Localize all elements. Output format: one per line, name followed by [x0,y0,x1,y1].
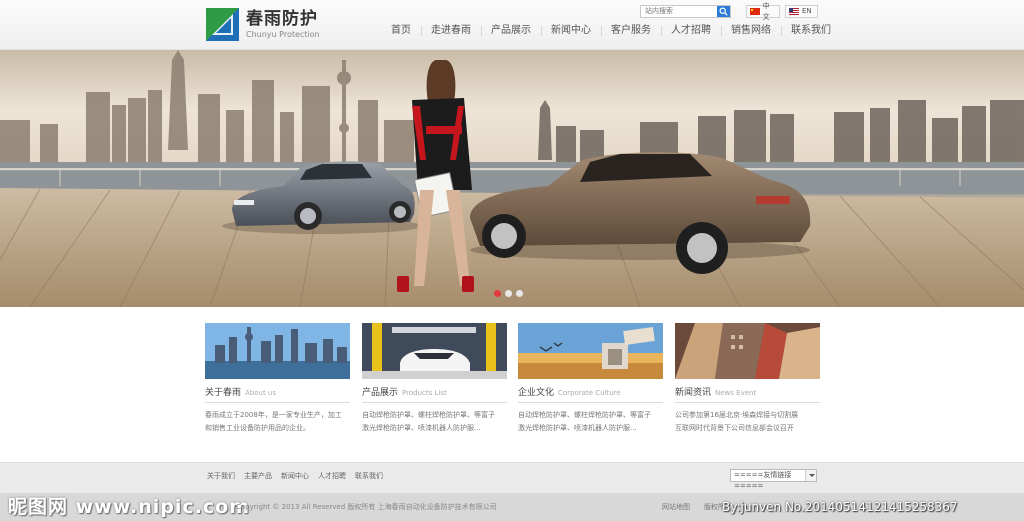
lang-english-button[interactable]: EN [785,5,818,18]
about-title-en: About us [245,389,277,397]
footer-link-news[interactable]: 新闻中心 [281,471,309,481]
slider-dot-3[interactable] [516,290,523,297]
nav-contact[interactable]: 联系我们 [781,24,841,38]
news-item-1[interactable]: 公司参加第16届北京·埃森焊接与切割展 [675,409,820,422]
about-text-line1: 春雨成立于2008年，是一家专业生产，加工 [205,411,342,419]
watermark-right: By:junven No.20140514121415258367 [722,500,958,514]
news-title[interactable]: 新闻资讯 [675,388,711,398]
footer-link-careers[interactable]: 人才招聘 [318,471,346,481]
footer-links: 关于我们 主要产品 新闻中心 人才招聘 联系我们 [207,471,383,481]
nav-careers[interactable]: 人才招聘 [661,24,721,38]
china-flag-icon [750,8,760,15]
products-title[interactable]: 产品展示 [362,388,398,398]
lang-chinese-button[interactable]: 中文 [746,2,780,21]
slider-dots [494,290,523,297]
culture-thumbnail[interactable] [518,323,663,379]
nav-news[interactable]: 新闻中心 [541,24,601,38]
footer-link-contact[interactable]: 联系我们 [355,471,383,481]
culture-text-line1: 自动焊枪防护罩、螺柱焊枪防护罩、等富子 [518,411,651,419]
sitemap-link[interactable]: 网站地图 [662,502,690,512]
products-thumbnail[interactable] [362,323,507,379]
hero-banner[interactable] [0,50,1024,307]
logo-subtitle: Chunyu Protection [246,29,320,39]
site-header: 春雨防护 Chunyu Protection 中文 EN 首页 走进春雨 产品展… [0,0,1024,50]
search-button[interactable] [717,6,730,17]
logo-mark-icon [206,8,239,41]
nav-home[interactable]: 首页 [381,24,421,38]
feature-sections: 关于春雨 About us 春雨成立于2008年，是一家专业生产，加工 和销售工业… [205,323,820,443]
nav-service[interactable]: 客户服务 [601,24,661,38]
about-text-line2: 和销售工业设备防护用品的企业。 [205,424,310,432]
logo-title: 春雨防护 [246,8,318,29]
about-thumbnail[interactable] [205,323,350,379]
slider-dot-2[interactable] [505,290,512,297]
site-footer: 关于我们 主要产品 新闻中心 人才招聘 联系我们 =====友情链接===== … [0,462,1024,521]
nav-about[interactable]: 走进春雨 [421,24,481,38]
hero-image [0,50,1024,307]
culture-text-line2: 激光焊枪防护罩、喷漆机器人防护服... [518,424,637,432]
lang-english-label: EN [802,7,812,15]
section-culture: 企业文化 Corporate Culture 自动焊枪防护罩、螺柱焊枪防护罩、等富… [518,323,663,435]
culture-title[interactable]: 企业文化 [518,388,554,398]
section-news: 新闻资讯 News Event 公司参加第16届北京·埃森焊接与切割展 互联网时代… [675,323,820,435]
search-icon [719,7,728,16]
friend-links-value: =====友情链接===== [734,471,792,490]
search-box [640,5,731,18]
copyright-text: Copyright © 2013 All Reserved 版权所有 上海春雨自… [236,503,497,511]
lang-chinese-label: 中文 [762,1,770,21]
news-title-en: News Event [715,389,757,397]
products-text-line1: 自动焊枪防护罩、螺柱焊枪防护罩、等富子 [362,411,495,419]
section-products: 产品展示 Products List 自动焊枪防护罩、螺柱焊枪防护罩、等富子 激光… [362,323,507,435]
friend-links-select[interactable]: =====友情链接===== [730,469,817,490]
search-input[interactable] [641,6,717,17]
slider-dot-1[interactable] [494,290,501,297]
nav-products[interactable]: 产品展示 [481,24,541,38]
chevron-down-icon [805,470,816,481]
copyright-bar: 昵图网 www.nipic.com Copyright © 2013 All R… [0,493,1024,521]
news-thumbnail[interactable] [675,323,820,379]
news-item-2[interactable]: 互联网时代背景下公司信息部会议召开 [675,422,820,435]
section-about: 关于春雨 About us 春雨成立于2008年，是一家专业生产，加工 和销售工业… [205,323,350,435]
footer-link-about[interactable]: 关于我们 [207,471,235,481]
products-text-line2: 激光焊枪防护罩、喷漆机器人防护服... [362,424,481,432]
logo[interactable]: 春雨防护 Chunyu Protection [206,8,320,41]
watermark-left: 昵图网 www.nipic.com [8,496,251,518]
footer-link-products[interactable]: 主要产品 [244,471,272,481]
products-title-en: Products List [402,389,447,397]
main-nav: 首页 走进春雨 产品展示 新闻中心 客户服务 人才招聘 销售网络 联系我们 [381,24,841,38]
us-flag-icon [789,8,799,15]
culture-title-en: Corporate Culture [558,389,621,397]
about-title[interactable]: 关于春雨 [205,388,241,398]
nav-sales-network[interactable]: 销售网络 [721,24,781,38]
